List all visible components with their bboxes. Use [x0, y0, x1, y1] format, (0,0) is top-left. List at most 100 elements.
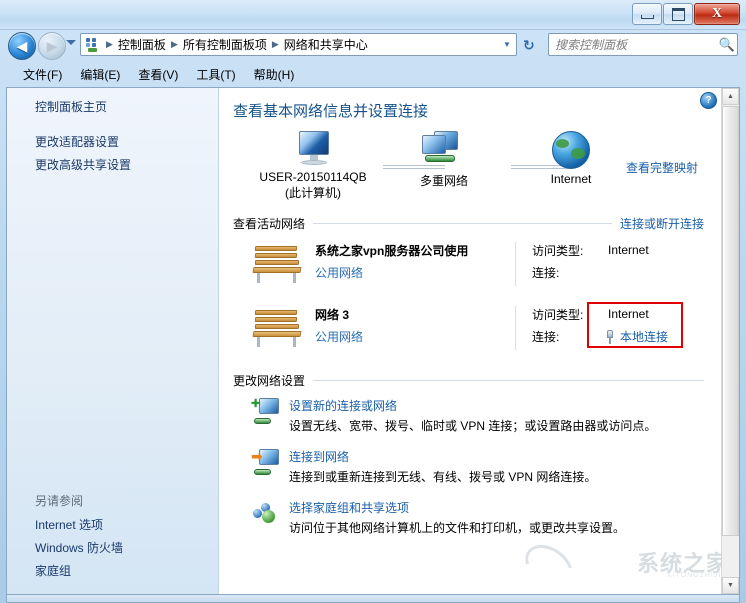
- back-arrow-icon: ◀: [16, 38, 28, 54]
- breadcrumb-item-control-panel[interactable]: 控制面板: [115, 34, 169, 55]
- refresh-button[interactable]: ↻: [523, 37, 535, 54]
- network-type-link[interactable]: 公用网络: [315, 328, 515, 345]
- setting-description: 连接到或重新连接到无线、有线、拨号或 VPN 网络连接。: [289, 470, 597, 484]
- menu-tools[interactable]: 工具(T): [187, 63, 244, 86]
- content-frame: 控制面板主页 更改适配器设置 更改高级共享设置 另请参阅 Internet 选项…: [6, 87, 740, 595]
- sidebar-item-control-panel-home[interactable]: 控制面板主页: [7, 88, 218, 118]
- sidebar: 控制面板主页 更改适配器设置 更改高级共享设置 另请参阅 Internet 选项…: [7, 88, 219, 594]
- setting-text: 连接到网络 连接到或重新连接到无线、有线、拨号或 VPN 网络连接。: [281, 448, 596, 485]
- divider: [515, 242, 516, 286]
- network-name-column: 系统之家vpn服务器公司使用 公用网络: [305, 242, 515, 281]
- scroll-up-button[interactable]: ▲: [722, 88, 739, 105]
- window-controls: X: [632, 3, 740, 25]
- sidebar-item-homegroup[interactable]: 家庭组: [7, 559, 218, 582]
- close-button[interactable]: X: [694, 3, 740, 25]
- restore-button[interactable]: [663, 3, 693, 25]
- connection-label: 连接:: [532, 265, 560, 280]
- access-type-label: 访问类型:: [532, 243, 584, 258]
- search-input[interactable]: [549, 36, 717, 53]
- setting-text: 设置新的连接或网络 设置无线、宽带、拨号、临时或 VPN 连接；或设置路由器或访…: [281, 397, 656, 434]
- menu-bar: 文件(F) 编辑(E) 查看(V) 工具(T) 帮助(H): [0, 62, 746, 87]
- connection-line: 连接:: [532, 264, 649, 280]
- recent-pages-button[interactable]: [66, 40, 76, 45]
- scroll-down-button[interactable]: ▼: [722, 577, 739, 594]
- setting-item-new-connection[interactable]: + 设置新的连接或网络 设置无线、宽带、拨号、临时或 VPN 连接；或设置路由器…: [233, 391, 704, 442]
- restore-icon: [671, 7, 685, 21]
- vertical-scrollbar[interactable]: ▲ ▼: [721, 88, 739, 594]
- connect-to-network-icon: ➡: [251, 449, 281, 477]
- network-adapter-icon: [604, 329, 616, 344]
- address-bar: ◀ ▶ ▶ 控制面板 ▶ 所有控制面板项 ▶ 网络和共享中心 ▼ ↻ 🔍: [0, 29, 746, 62]
- setting-description: 设置无线、宽带、拨号、临时或 VPN 连接；或设置路由器或访问点。: [289, 419, 657, 433]
- minimize-button[interactable]: [632, 3, 662, 25]
- scrollbar-thumb[interactable]: [722, 106, 739, 536]
- network-map-node-sublabel: (此计算机): [285, 186, 341, 200]
- forward-arrow-icon: ▶: [46, 38, 58, 54]
- network-map-node-label: Internet: [550, 172, 592, 186]
- setting-link[interactable]: 设置新的连接或网络: [289, 397, 656, 414]
- network-map-node-multiple-networks[interactable]: 多重网络: [383, 131, 505, 189]
- menu-edit[interactable]: 编辑(E): [71, 63, 129, 86]
- access-type-value: Internet: [608, 243, 649, 257]
- breadcrumb-separator: ▶: [271, 39, 279, 49]
- network-name: 网络 3: [315, 308, 350, 322]
- change-settings-header: 更改网络设置: [233, 372, 704, 389]
- homegroup-icon: [251, 500, 281, 528]
- multiple-networks-icon: [420, 131, 468, 169]
- public-network-bench-icon: [251, 308, 305, 348]
- menu-view[interactable]: 查看(V): [129, 63, 187, 86]
- setting-item-connect-to-network[interactable]: ➡ 连接到网络 连接到或重新连接到无线、有线、拨号或 VPN 网络连接。: [233, 442, 704, 493]
- sidebar-item-internet-options[interactable]: Internet 选项: [7, 513, 218, 536]
- search-box[interactable]: 🔍: [548, 33, 738, 56]
- change-settings-heading: 更改网络设置: [233, 374, 306, 388]
- public-network-bench-icon: [251, 244, 305, 284]
- computer-monitor-icon: [293, 131, 333, 167]
- divider: [515, 306, 516, 350]
- breadcrumb-item-all-items[interactable]: 所有控制面板项: [180, 34, 270, 55]
- network-map: USER-20150114QB (此计算机) 多重网络 Internet 查看完…: [233, 131, 704, 209]
- network-name-column: 网络 3 公用网络: [305, 306, 515, 345]
- network-map-node-label: 多重网络: [419, 174, 468, 188]
- setting-item-homegroup[interactable]: 选择家庭组和共享选项 访问位于其他网络计算机上的文件和打印机，或更改共享设置。: [233, 493, 704, 544]
- see-also-section: 另请参阅 Internet 选项 Windows 防火墙 家庭组: [7, 490, 218, 582]
- local-connection-link[interactable]: 本地连接: [620, 330, 668, 344]
- network-type-link[interactable]: 公用网络: [315, 264, 515, 281]
- globe-icon: [552, 131, 590, 169]
- setting-link[interactable]: 选择家庭组和共享选项: [289, 499, 625, 516]
- access-type-label: 访问类型:: [532, 307, 584, 322]
- sidebar-item-change-advanced-sharing[interactable]: 更改高级共享设置: [7, 153, 218, 176]
- title-bar: X: [0, 0, 746, 30]
- connect-disconnect-link[interactable]: 连接或断开连接: [620, 215, 704, 232]
- sidebar-item-change-adapter-settings[interactable]: 更改适配器设置: [7, 130, 218, 153]
- local-connection-cell: 本地连接: [594, 328, 668, 345]
- minimize-icon: [640, 14, 654, 19]
- active-network-row: 网络 3 公用网络 访问类型: Internet 连接: 本地连接: [233, 292, 704, 356]
- new-connection-icon: +: [251, 396, 281, 426]
- divider: [313, 380, 704, 381]
- forward-button[interactable]: ▶: [38, 32, 66, 60]
- menu-file[interactable]: 文件(F): [14, 63, 71, 86]
- breadcrumb-separator: ▶: [106, 39, 113, 49]
- breadcrumb-dropdown-button[interactable]: ▼: [500, 40, 514, 49]
- close-icon: X: [711, 6, 723, 21]
- active-network-row: 系统之家vpn服务器公司使用 公用网络 访问类型: Internet 连接:: [233, 234, 704, 292]
- access-type-line: 访问类型: Internet: [532, 306, 668, 322]
- back-button[interactable]: ◀: [8, 32, 36, 60]
- sidebar-item-windows-firewall[interactable]: Windows 防火墙: [7, 536, 218, 559]
- network-map-node-computer[interactable]: USER-20150114QB (此计算机): [243, 131, 383, 201]
- active-networks-header: 查看活动网络 连接或断开连接: [233, 215, 704, 232]
- breadcrumb-item-network-sharing-center[interactable]: 网络和共享中心: [281, 34, 371, 55]
- network-map-node-internet[interactable]: Internet: [511, 131, 631, 186]
- access-type-value: Internet: [608, 307, 649, 321]
- breadcrumb-bar[interactable]: ▶ 控制面板 ▶ 所有控制面板项 ▶ 网络和共享中心 ▼: [80, 33, 517, 56]
- network-info-column: 访问类型: Internet 连接: 本地连接: [532, 302, 683, 350]
- network-info-column: 访问类型: Internet 连接:: [532, 242, 649, 286]
- menu-help[interactable]: 帮助(H): [245, 63, 304, 86]
- search-icon: 🔍: [718, 36, 736, 52]
- main-content: 查看基本网络信息并设置连接 USER-20150114QB (此计算机) 多重网…: [219, 88, 722, 594]
- network-name: 系统之家vpn服务器公司使用: [315, 244, 469, 258]
- setting-link[interactable]: 连接到网络: [289, 448, 596, 465]
- view-full-map-link[interactable]: 查看完整映射: [626, 159, 698, 176]
- breadcrumb-separator: ▶: [170, 39, 178, 49]
